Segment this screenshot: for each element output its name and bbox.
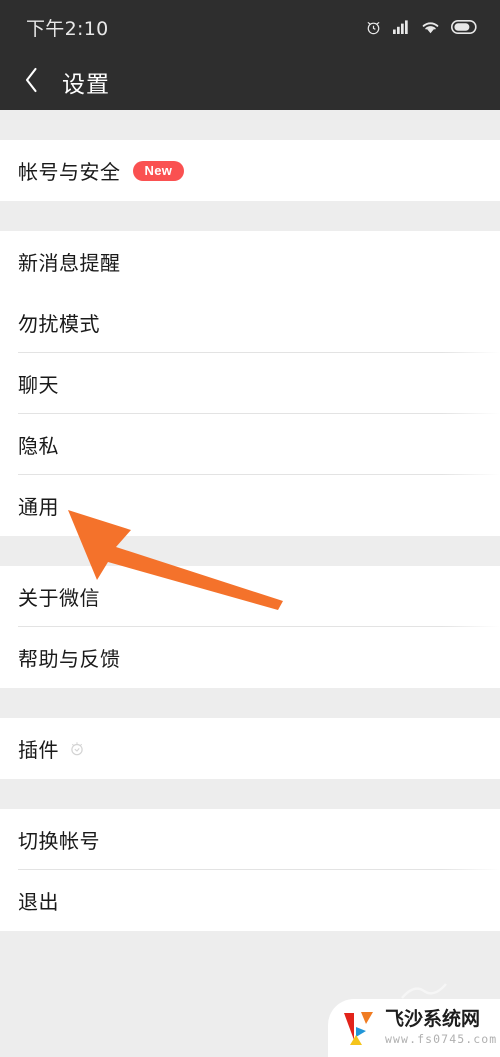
account-actions-section: 切换帐号 退出 [0, 809, 500, 931]
watermark-texts: 飞沙系统网 www.fs0745.com [385, 1008, 498, 1046]
row-label: 隐私 [18, 436, 59, 458]
settings-row-logout[interactable]: 退出 [0, 870, 500, 931]
row-label: 勿扰模式 [18, 314, 100, 336]
section-gap [0, 688, 500, 718]
row-label: 新消息提醒 [18, 253, 121, 275]
app-header: 设置 [0, 54, 500, 110]
settings-row-do-not-disturb[interactable]: 勿扰模式 [0, 292, 500, 353]
wifi-icon [421, 20, 440, 34]
page-title: 设置 [62, 71, 110, 97]
preferences-section: 新消息提醒 勿扰模式 聊天 隐私 通用 [0, 231, 500, 536]
section-gap [0, 779, 500, 809]
settings-row-privacy[interactable]: 隐私 [0, 414, 500, 475]
chevron-left-icon [24, 67, 39, 98]
row-label: 帐号与安全 [18, 162, 121, 184]
plugin-badge-icon [69, 741, 85, 757]
back-button[interactable] [16, 65, 46, 99]
row-label: 关于微信 [18, 588, 100, 610]
watermark: 飞沙系统网 www.fs0745.com [328, 999, 500, 1057]
alarm-icon [365, 19, 382, 36]
signal-icon [393, 20, 410, 34]
row-label: 退出 [18, 892, 59, 914]
section-gap [0, 536, 500, 566]
watermark-site-name: 飞沙系统网 [385, 1008, 481, 1031]
settings-row-account-security[interactable]: 帐号与安全 New [0, 140, 500, 201]
settings-row-about-wechat[interactable]: 关于微信 [0, 566, 500, 627]
account-section: 帐号与安全 New [0, 140, 500, 201]
battery-icon [451, 20, 478, 34]
settings-row-new-message-alerts[interactable]: 新消息提醒 [0, 231, 500, 292]
status-bar: 下午2:10 [0, 0, 500, 54]
settings-row-chat[interactable]: 聊天 [0, 353, 500, 414]
watermark-arc-decoration [401, 983, 447, 999]
settings-row-help-feedback[interactable]: 帮助与反馈 [0, 627, 500, 688]
settings-row-general[interactable]: 通用 [0, 475, 500, 536]
section-gap [0, 110, 500, 140]
row-label: 通用 [18, 497, 59, 519]
status-bar-icons [365, 19, 478, 36]
row-label: 切换帐号 [18, 831, 100, 853]
info-section: 关于微信 帮助与反馈 [0, 566, 500, 688]
watermark-url: www.fs0745.com [385, 1031, 498, 1046]
plugins-section: 插件 [0, 718, 500, 779]
row-label: 聊天 [18, 375, 59, 397]
settings-row-switch-account[interactable]: 切换帐号 [0, 809, 500, 870]
watermark-logo-icon [342, 1009, 378, 1047]
phone-screen: 下午2:10 设置 帐号与安全 New 新消息提醒 勿扰模式 聊天 隐私 通用 … [0, 0, 500, 1057]
new-badge: New [132, 160, 185, 181]
section-gap [0, 201, 500, 231]
row-label: 帮助与反馈 [18, 649, 121, 671]
status-bar-clock: 下午2:10 [26, 17, 109, 40]
settings-row-plugins[interactable]: 插件 [0, 718, 500, 779]
row-label: 插件 [18, 740, 59, 762]
